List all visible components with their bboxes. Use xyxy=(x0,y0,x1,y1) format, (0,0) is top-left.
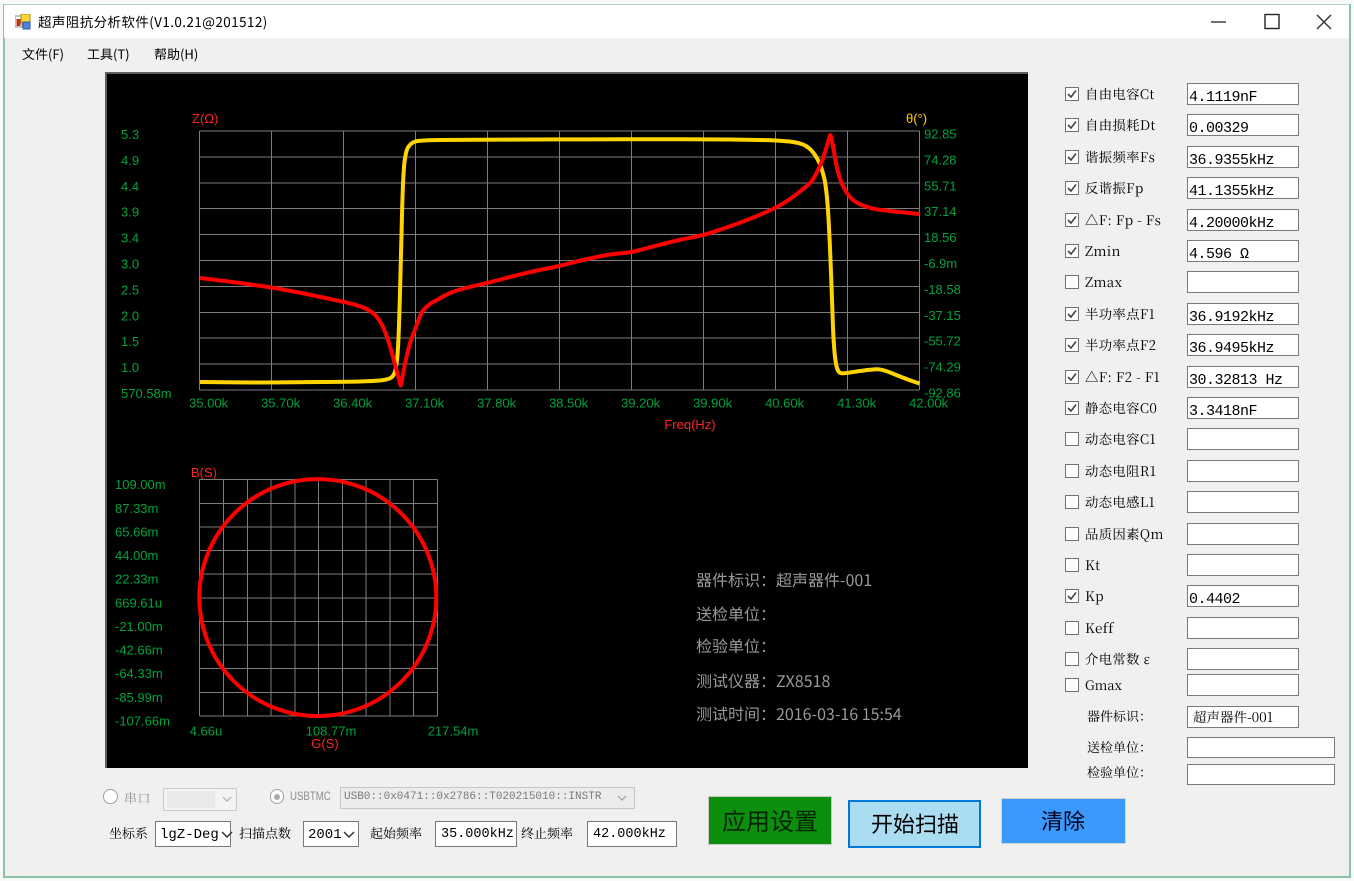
svg-text:92.85: 92.85 xyxy=(924,127,957,142)
svg-text:θ(°): θ(°) xyxy=(906,111,927,126)
svg-text:74.28: 74.28 xyxy=(924,152,957,167)
svg-text:217.54m: 217.54m xyxy=(428,724,479,739)
svg-text:87.33m: 87.33m xyxy=(115,501,158,516)
svg-text:669.61u: 669.61u xyxy=(115,595,162,610)
svg-text:3.4: 3.4 xyxy=(121,231,139,246)
svg-text:44.00m: 44.00m xyxy=(115,548,158,563)
svg-text:-6.9m: -6.9m xyxy=(924,256,957,271)
svg-text:2.0: 2.0 xyxy=(121,308,139,323)
svg-text:B(S): B(S) xyxy=(191,465,217,480)
svg-text:-74.29: -74.29 xyxy=(924,360,961,375)
svg-text:109.00m: 109.00m xyxy=(115,477,166,492)
svg-text:39.90k: 39.90k xyxy=(693,396,733,411)
svg-text:3.0: 3.0 xyxy=(121,257,139,272)
svg-text:Freq(Hz): Freq(Hz) xyxy=(664,417,715,432)
svg-text:1.0: 1.0 xyxy=(121,360,139,375)
svg-text:37.80k: 37.80k xyxy=(477,396,517,411)
svg-text:Z(Ω): Z(Ω) xyxy=(192,111,218,126)
svg-text:37.10k: 37.10k xyxy=(405,396,445,411)
svg-text:4.4: 4.4 xyxy=(121,179,139,194)
svg-text:-64.33m: -64.33m xyxy=(115,666,163,681)
svg-text:-85.99m: -85.99m xyxy=(115,690,163,705)
svg-text:35.00k: 35.00k xyxy=(189,396,229,411)
svg-text:39.20k: 39.20k xyxy=(621,396,661,411)
svg-text:3.9: 3.9 xyxy=(121,205,139,220)
svg-text:2.5: 2.5 xyxy=(121,282,139,297)
svg-text:-21.00m: -21.00m xyxy=(115,619,163,634)
svg-text:-55.72: -55.72 xyxy=(924,334,961,349)
svg-text:35.70k: 35.70k xyxy=(261,396,301,411)
svg-text:-107.66m: -107.66m xyxy=(115,713,170,728)
svg-text:4.9: 4.9 xyxy=(121,153,139,168)
svg-text:38.50k: 38.50k xyxy=(549,396,589,411)
svg-text:40.60k: 40.60k xyxy=(765,396,805,411)
svg-text:65.66m: 65.66m xyxy=(115,524,158,539)
svg-text:5.3: 5.3 xyxy=(121,127,139,142)
svg-text:55.71: 55.71 xyxy=(924,178,957,193)
svg-text:G(S): G(S) xyxy=(311,736,338,751)
svg-text:36.40k: 36.40k xyxy=(333,396,373,411)
svg-text:-37.15: -37.15 xyxy=(924,308,961,323)
svg-text:-42.66m: -42.66m xyxy=(115,643,163,658)
svg-text:22.33m: 22.33m xyxy=(115,572,158,587)
svg-text:1.5: 1.5 xyxy=(121,334,139,349)
svg-text:37.14: 37.14 xyxy=(924,204,957,219)
svg-text:570.58m: 570.58m xyxy=(121,386,172,401)
svg-text:-18.58: -18.58 xyxy=(924,282,961,297)
svg-text:18.56: 18.56 xyxy=(924,230,957,245)
svg-text:4.66u: 4.66u xyxy=(190,724,223,739)
svg-text:42.00k: 42.00k xyxy=(909,396,949,411)
svg-text:41.30k: 41.30k xyxy=(837,396,877,411)
